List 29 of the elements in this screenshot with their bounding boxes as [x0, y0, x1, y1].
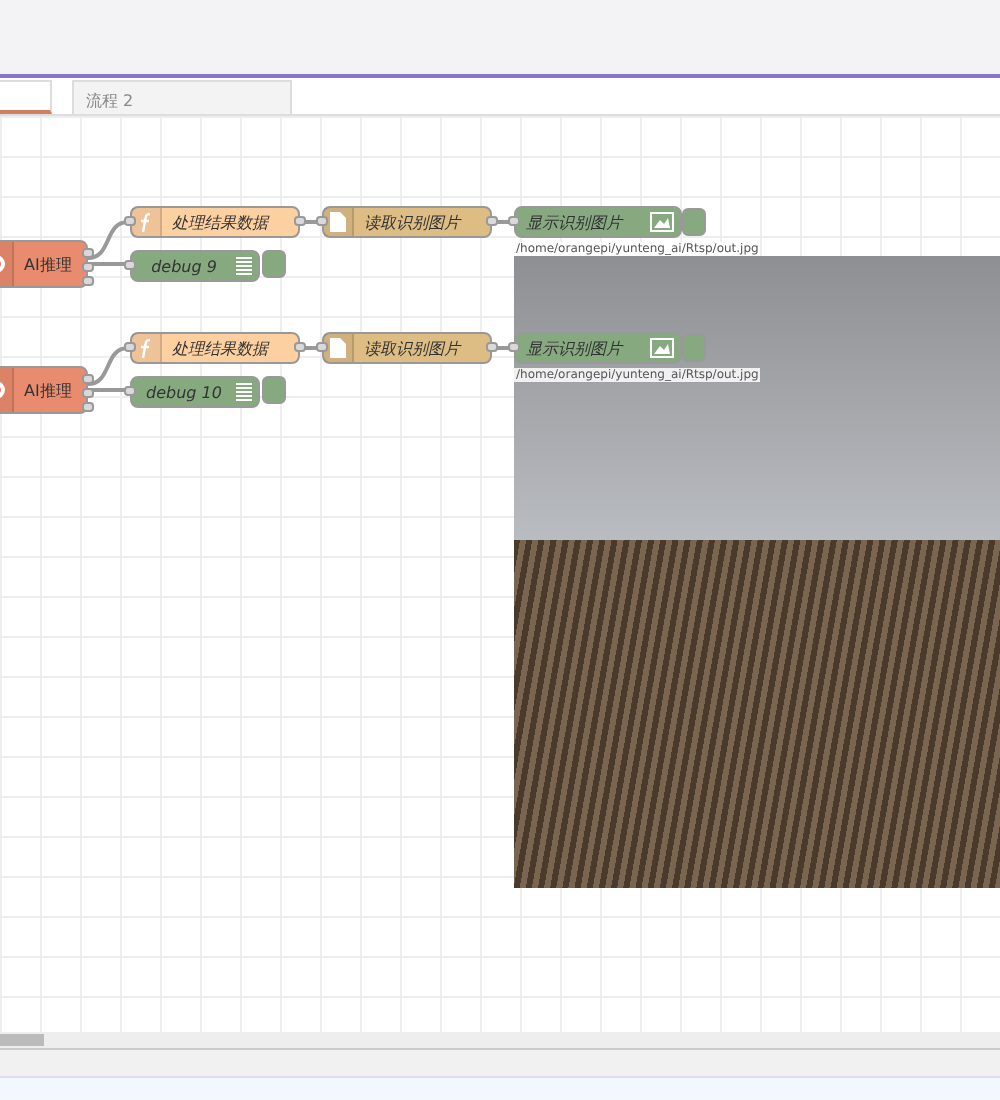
flow-node[interactable]: AI推理	[0, 240, 88, 288]
port-handle[interactable]	[124, 386, 136, 396]
flow-node[interactable]: 处理结果数据	[130, 206, 300, 238]
flow-tab[interactable]: 流程 2	[72, 80, 292, 114]
file-icon	[330, 212, 346, 232]
flow-node[interactable]: 显示识别图片	[514, 206, 682, 238]
list-icon	[236, 256, 252, 276]
image-icon	[650, 212, 674, 232]
flow-tab[interactable]	[0, 80, 52, 114]
list-icon	[236, 382, 252, 402]
flow-node[interactable]: 处理结果数据	[130, 332, 300, 364]
flow-node[interactable]: 显示识别图片	[514, 332, 682, 364]
toggle-button[interactable]	[262, 250, 286, 278]
toggle-button[interactable]	[682, 208, 706, 236]
file-icon	[330, 338, 346, 358]
port-handle[interactable]	[124, 260, 136, 270]
flow-node[interactable]: AI推理	[0, 366, 88, 414]
flow-node[interactable]: 读取识别图片	[322, 332, 492, 364]
flow-node[interactable]: debug 9	[130, 250, 260, 282]
image-icon	[650, 338, 674, 358]
flow-node[interactable]: 读取识别图片	[322, 206, 492, 238]
function-icon	[138, 211, 154, 233]
toggle-button[interactable]	[682, 334, 706, 362]
flow-node[interactable]: debug 10	[130, 376, 260, 408]
scrollbar-thumb[interactable]	[0, 1034, 44, 1046]
port-handle[interactable]	[124, 342, 136, 352]
port-handle[interactable]	[124, 216, 136, 226]
toggle-button[interactable]	[262, 376, 286, 404]
function-icon	[138, 337, 154, 359]
